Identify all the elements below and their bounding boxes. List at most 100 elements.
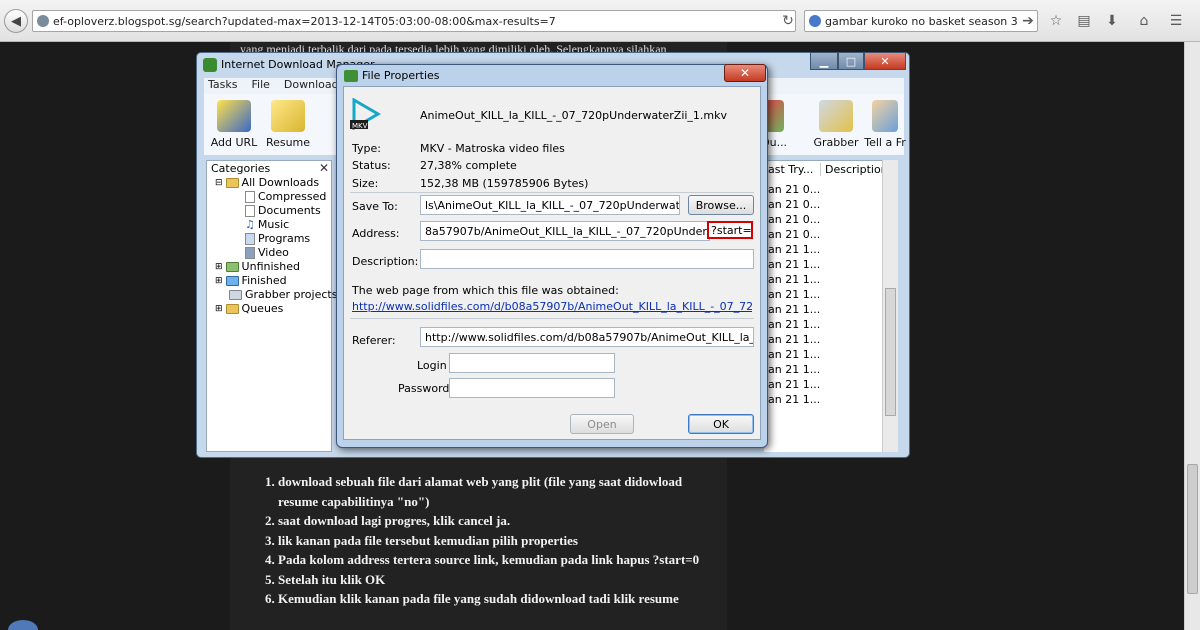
video-icon — [245, 246, 255, 259]
resume-icon — [271, 100, 305, 132]
category-unfinished[interactable]: ⊞ Unfinished — [215, 260, 300, 273]
close-icon[interactable]: ✕ — [864, 52, 906, 70]
grabber-label: Grabber — [813, 136, 859, 149]
size-value: 152,38 MB (159785906 Bytes) — [420, 177, 589, 190]
dialog-title: File Properties — [362, 69, 440, 82]
ok-button[interactable]: OK — [688, 414, 754, 434]
categories-panel: Categories ✕ ⊟ All Downloads Compressed D… — [206, 160, 337, 452]
file-name: AnimeOut_KILL_la_KILL_-_07_720pUnderwate… — [420, 109, 728, 122]
address-bar[interactable]: ef-oploverz.blogspot.sg/search?updated-m… — [32, 10, 796, 32]
category-queues[interactable]: ⊞ Queues — [215, 302, 283, 315]
categories-close-icon[interactable]: ✕ — [319, 161, 329, 175]
menu-icon[interactable]: ☰ — [1166, 11, 1186, 31]
menu-file[interactable]: File — [251, 78, 269, 94]
grabber-button[interactable]: Grabber — [808, 100, 864, 149]
list-item[interactable]: an 21 1... — [768, 273, 820, 286]
list-item[interactable]: an 21 1... — [768, 288, 820, 301]
page-scrollbar[interactable] — [1184, 42, 1200, 630]
tell-friend-icon — [872, 100, 898, 132]
step-item: lik kanan pada file tersebut kemudian pi… — [278, 531, 718, 551]
idm-app-icon — [203, 58, 217, 72]
password-field[interactable] — [449, 378, 615, 398]
list-item[interactable]: an 21 0... — [768, 228, 820, 241]
categories-header: Categories — [211, 162, 271, 175]
list-item[interactable]: an 21 0... — [768, 213, 820, 226]
tell-friend-button[interactable]: Tell a Fr — [864, 100, 906, 149]
open-button[interactable]: Open — [570, 414, 634, 434]
category-all-downloads[interactable]: ⊟ All Downloads — [215, 176, 319, 189]
add-url-icon — [217, 100, 251, 132]
music-icon: ♫ — [245, 218, 255, 231]
dialog-app-icon — [344, 70, 358, 82]
add-url-button[interactable]: Add URL — [206, 100, 262, 149]
grabber-icon — [819, 100, 853, 132]
list-item[interactable]: an 21 1... — [768, 243, 820, 256]
maximize-icon[interactable]: □ — [838, 52, 864, 70]
category-grabber-projects[interactable]: Grabber projects — [229, 288, 337, 301]
webpage-link-wrap: http://www.solidfiles.com/d/b08a57907b/A… — [352, 300, 752, 314]
browse-button[interactable]: Browse... — [688, 195, 754, 215]
minimize-icon[interactable]: ▁ — [810, 52, 838, 70]
queues-icon — [225, 303, 239, 314]
webpage-link[interactable]: http://www.solidfiles.com/d/b08a57907b/A… — [352, 300, 752, 313]
search-query: gambar kuroko no basket season 3 — [825, 15, 1018, 28]
menu-tasks[interactable]: Tasks — [208, 78, 237, 94]
save-to-label: Save To: — [352, 200, 398, 213]
list-item[interactable]: an 21 0... — [768, 198, 820, 211]
download-list-scroll-thumb[interactable] — [885, 288, 896, 416]
category-compressed[interactable]: Compressed — [245, 190, 326, 203]
dialog-close-icon[interactable]: ✕ — [724, 64, 766, 82]
column-last-try[interactable]: ast Try... — [768, 163, 813, 176]
list-item[interactable]: an 21 0... — [768, 183, 820, 196]
tell-friend-label: Tell a Fr — [864, 136, 906, 149]
save-to-field[interactable]: ls\AnimeOut_KILL_la_KILL_-_07_720pUnderw… — [420, 195, 680, 215]
browser-toolbar: ◀ ef-oploverz.blogspot.sg/search?updated… — [0, 0, 1200, 42]
downloads-icon[interactable]: ⬇ — [1102, 11, 1122, 31]
login-field[interactable] — [449, 353, 615, 373]
programs-icon — [245, 232, 255, 245]
address-label: Address: — [352, 227, 400, 240]
referer-label: Referer: — [352, 334, 396, 347]
description-field[interactable] — [420, 249, 754, 269]
category-music[interactable]: ♫ Music — [245, 218, 289, 231]
column-description[interactable]: Description — [820, 163, 888, 176]
login-label: Login — [417, 359, 447, 372]
steps-list: download sebuah file dari alamat web yan… — [262, 472, 718, 609]
category-programs[interactable]: Programs — [245, 232, 310, 245]
download-list: ast Try... Description an 21 0... an 21 … — [764, 160, 888, 452]
list-item[interactable]: an 21 1... — [768, 258, 820, 271]
list-item[interactable]: an 21 1... — [768, 318, 820, 331]
download-list-scrollbar[interactable] — [882, 160, 898, 452]
finished-icon — [225, 275, 239, 286]
start-orb-icon[interactable] — [8, 620, 38, 630]
size-label: Size: — [352, 177, 379, 190]
step-item: Setelah itu klik OK — [278, 570, 718, 590]
list-item[interactable]: an 21 1... — [768, 363, 820, 376]
search-go-icon[interactable]: ➔ — [1018, 11, 1038, 31]
type-label: Type: — [352, 142, 381, 155]
address-field[interactable]: 8a57907b/AnimeOut_KILL_la_KILL_-_07_720p… — [420, 221, 710, 241]
password-label: Password — [398, 382, 450, 395]
divider — [350, 318, 754, 319]
list-item[interactable]: an 21 1... — [768, 333, 820, 346]
back-icon[interactable]: ◀ — [4, 9, 28, 33]
page-scroll-thumb[interactable] — [1187, 464, 1198, 594]
bookmark-star-icon[interactable]: ☆ — [1046, 11, 1066, 31]
referer-field[interactable]: http://www.solidfiles.com/d/b08a57907b/A… — [420, 327, 754, 347]
list-item[interactable]: an 21 1... — [768, 303, 820, 316]
category-documents[interactable]: Documents — [245, 204, 321, 217]
webpage-label: The web page from which this file was ob… — [352, 284, 619, 297]
list-item[interactable]: an 21 1... — [768, 393, 820, 406]
search-engine-icon — [809, 15, 821, 27]
step-item: Pada kolom address tertera source link, … — [278, 550, 718, 570]
list-item[interactable]: an 21 1... — [768, 378, 820, 391]
home-icon[interactable]: ⌂ — [1134, 11, 1154, 31]
category-finished[interactable]: ⊞ Finished — [215, 274, 287, 287]
resume-button[interactable]: Resume — [260, 100, 316, 149]
category-video[interactable]: Video — [245, 246, 289, 259]
reload-icon[interactable]: ↻ — [778, 11, 798, 31]
divider — [350, 192, 754, 193]
bookmarks-list-icon[interactable]: ▤ — [1074, 11, 1094, 31]
list-item[interactable]: an 21 1... — [768, 348, 820, 361]
search-bar[interactable]: gambar kuroko no basket season 3 — [804, 10, 1038, 32]
